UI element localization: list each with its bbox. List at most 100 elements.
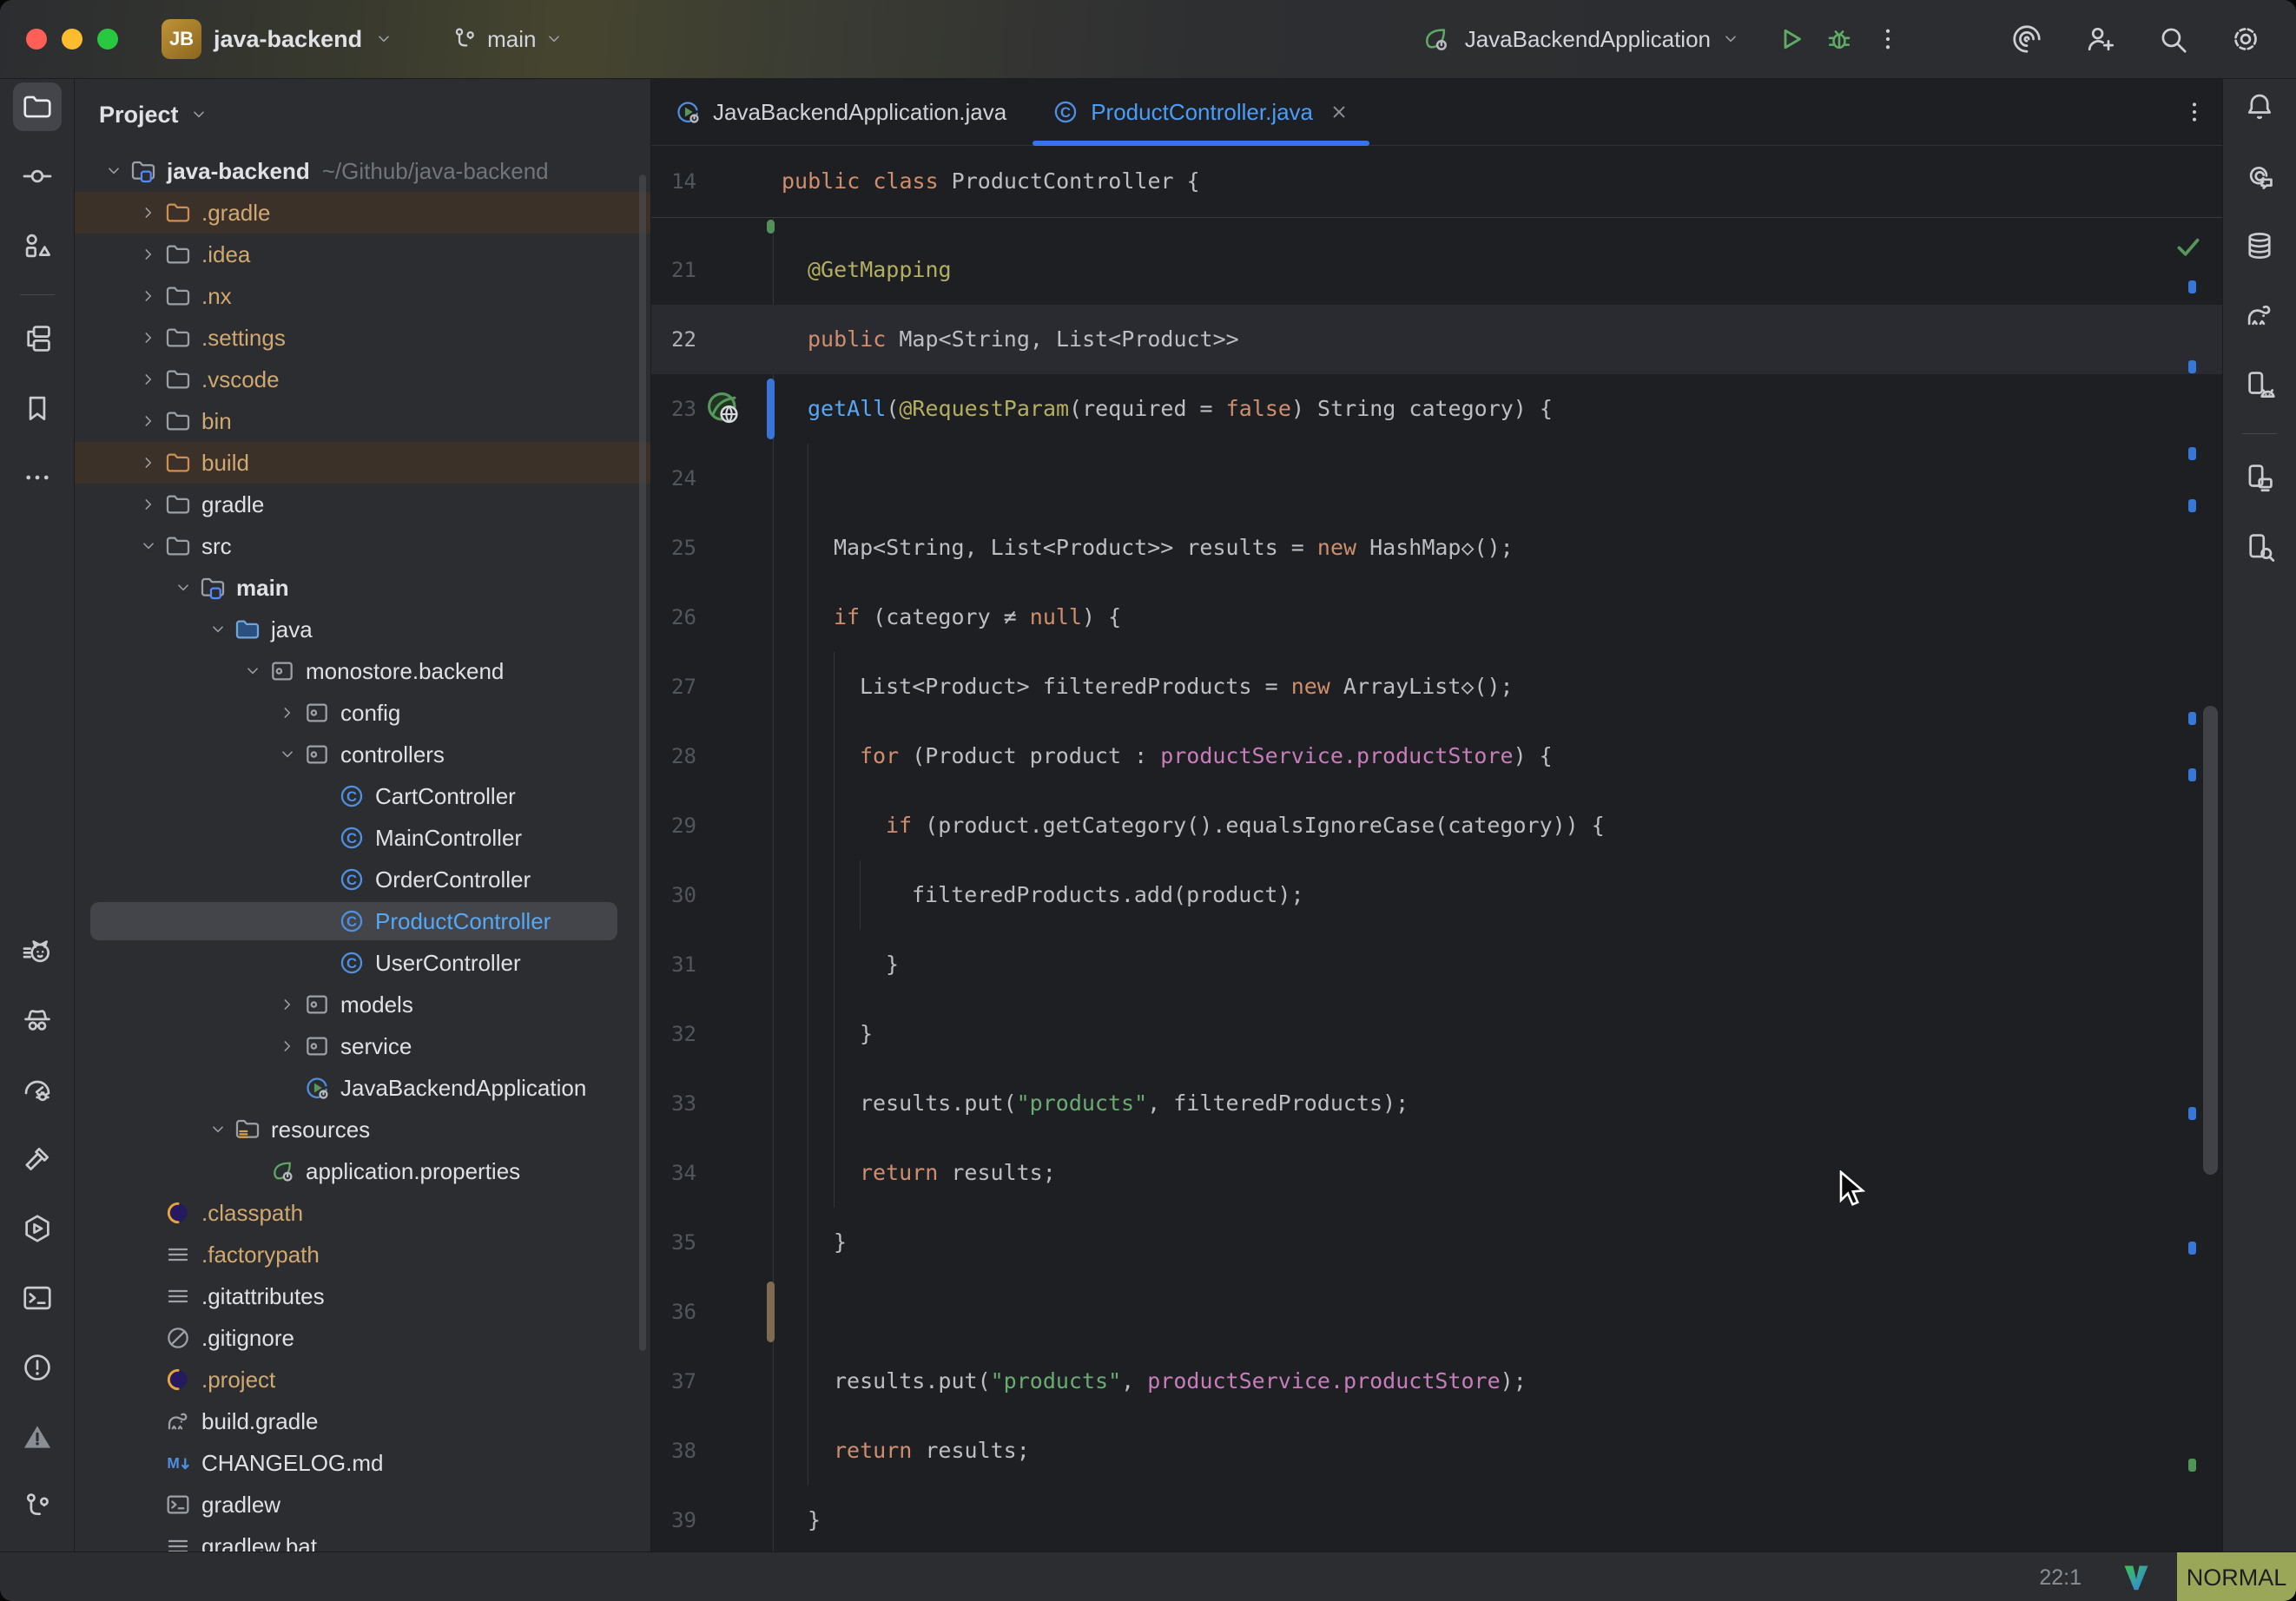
editor-tab-productcontroller-java[interactable]: CProductController.java	[1029, 79, 1373, 145]
tree-item-build-gradle[interactable]: build.gradle	[75, 1400, 650, 1442]
tree-item-monostore-backend[interactable]: monostore.backend	[75, 650, 650, 692]
code-line-26[interactable]: 26if (category ≠ null) {	[651, 583, 2222, 652]
maximize-window-button[interactable]	[97, 29, 118, 49]
vim-mode-badge[interactable]: NORMAL	[2177, 1552, 2296, 1601]
error-stripe-mark[interactable]	[2188, 1459, 2196, 1472]
tree-item--settings[interactable]: .settings	[75, 317, 650, 359]
toolwindow-structure-button[interactable]	[13, 314, 62, 363]
tree-item--gradle[interactable]: .gradle	[75, 192, 650, 234]
tree-item--nx[interactable]: .nx	[75, 275, 650, 317]
toolwindow-gradle-button[interactable]	[2235, 291, 2284, 339]
toolwindow-incognito-button[interactable]	[13, 996, 62, 1044]
ai-assistant-button[interactable]	[2008, 20, 2046, 58]
code-line-29[interactable]: 29if (product.getCategory().equalsIgnore…	[651, 791, 2222, 860]
more-run-options-button[interactable]	[1869, 20, 1907, 58]
tree-item-javabackendapplication[interactable]: JavaBackendApplication	[75, 1067, 650, 1109]
editor-scrollbar[interactable]	[2203, 706, 2218, 1175]
tree-item--idea[interactable]: .idea	[75, 234, 650, 275]
code-line-34[interactable]: 34return results;	[651, 1138, 2222, 1208]
tree-item--project[interactable]: .project	[75, 1359, 650, 1400]
code-line-32[interactable]: 32}	[651, 999, 2222, 1069]
toolwindow-device-manager-button[interactable]	[2235, 360, 2284, 409]
search-button[interactable]	[2154, 20, 2192, 58]
tree-item--factorypath[interactable]: .factorypath	[75, 1234, 650, 1275]
tab-options-button[interactable]	[2181, 98, 2208, 126]
tree-item-java[interactable]: java	[75, 609, 650, 650]
tree-item-maincontroller[interactable]: CMainController	[75, 817, 650, 859]
add-user-button[interactable]	[2081, 20, 2119, 58]
tree-item-gradlew[interactable]: gradlew	[75, 1484, 650, 1525]
code-line-24[interactable]: 24	[651, 444, 2222, 513]
error-stripe-mark[interactable]	[2188, 712, 2196, 725]
tree-item-application-properties[interactable]: application.properties	[75, 1150, 650, 1192]
toolwindow-git-branch-button[interactable]	[13, 1482, 62, 1531]
run-button[interactable]	[1771, 20, 1810, 58]
tree-item-controllers[interactable]: controllers	[75, 734, 650, 775]
tree-item-build[interactable]: build	[75, 442, 650, 484]
debug-button[interactable]	[1820, 20, 1858, 58]
error-stripe-mark[interactable]	[2188, 1107, 2196, 1120]
close-tab-icon[interactable]	[1328, 101, 1350, 123]
toolwindow-commit-button[interactable]	[13, 152, 62, 201]
inspections-ok-icon[interactable]	[2174, 232, 2203, 261]
toolwindow-ai-chat-button[interactable]	[2235, 152, 2284, 201]
code-line-28[interactable]: 28for (Product product : productService.…	[651, 721, 2222, 791]
code-line-27[interactable]: 27List<Product> filteredProducts = new A…	[651, 652, 2222, 721]
tree-item-src[interactable]: src	[75, 525, 650, 567]
code-line-31[interactable]: 31}	[651, 930, 2222, 999]
code-line-30[interactable]: 30filteredProducts.add(product);	[651, 860, 2222, 930]
code-line-33[interactable]: 33results.put("products", filteredProduc…	[651, 1069, 2222, 1138]
settings-button[interactable]	[2227, 20, 2265, 58]
tree-item-config[interactable]: config	[75, 692, 650, 734]
code-line-22[interactable]: 22public Map<String, List<Product>>	[651, 305, 2222, 374]
tree-item--gitignore[interactable]: .gitignore	[75, 1317, 650, 1359]
tree-item-main[interactable]: main	[75, 567, 650, 609]
tree-item-resources[interactable]: resources	[75, 1109, 650, 1150]
project-tree-scrollbar[interactable]	[639, 175, 646, 1351]
tree-item-cartcontroller[interactable]: CCartController	[75, 775, 650, 817]
tree-item--classpath[interactable]: .classpath	[75, 1192, 650, 1234]
toolwindow-warnings-button[interactable]	[13, 1413, 62, 1461]
toolwindow-profiler-button[interactable]	[13, 1065, 62, 1114]
toolwindow-terminal-button[interactable]	[13, 1274, 62, 1322]
minimize-window-button[interactable]	[62, 29, 82, 49]
toolwindow-services-button[interactable]	[13, 1204, 62, 1253]
editor-tab-javabackendapplication-java[interactable]: JavaBackendApplication.java	[651, 79, 1029, 145]
error-stripe-mark[interactable]	[2188, 360, 2196, 373]
code-line-37[interactable]: 37results.put("products", productService…	[651, 1347, 2222, 1416]
caret-position[interactable]: 22:1	[2039, 1565, 2082, 1591]
tree-item-gradle[interactable]: gradle	[75, 484, 650, 525]
code-line-35[interactable]: 35}	[651, 1208, 2222, 1277]
toolwindow-cat-button[interactable]	[13, 926, 62, 975]
tree-item--vscode[interactable]: .vscode	[75, 359, 650, 400]
code-line-25[interactable]: 25Map<String, List<Product>> results = n…	[651, 513, 2222, 583]
tree-item-usercontroller[interactable]: CUserController	[75, 942, 650, 984]
toolwindow-database-button[interactable]	[2235, 221, 2284, 270]
toolwindow-build-button[interactable]	[13, 1135, 62, 1183]
tree-item-ordercontroller[interactable]: COrderController	[75, 859, 650, 900]
close-window-button[interactable]	[26, 29, 47, 49]
toolwindow-notifications-button[interactable]	[2235, 82, 2284, 131]
tree-item-changelog-md[interactable]: MCHANGELOG.md	[75, 1442, 650, 1484]
code-line-21[interactable]: 21@GetMapping	[651, 235, 2222, 305]
toolwindow-device-mirror-button[interactable]	[2235, 453, 2284, 502]
error-stripe-mark[interactable]	[2188, 768, 2196, 781]
error-stripe-mark[interactable]	[2188, 1242, 2196, 1255]
tree-item-java-backend[interactable]: java-backend~/Github/java-backend	[75, 150, 650, 192]
error-stripe-mark[interactable]	[2188, 499, 2196, 512]
toolwindow-bookmarks-button[interactable]	[13, 384, 62, 432]
project-widget[interactable]: JB java-backend	[162, 19, 393, 59]
code-line-36[interactable]: 36	[651, 1277, 2222, 1347]
tree-item-models[interactable]: models	[75, 984, 650, 1025]
run-configuration-name[interactable]: JavaBackendApplication	[1465, 26, 1711, 53]
toolwindow-device-explorer-button[interactable]	[2235, 523, 2284, 571]
tree-item-service[interactable]: service	[75, 1025, 650, 1067]
toolwindow-problems-button[interactable]	[13, 1343, 62, 1392]
toolwindow-pull-requests-button[interactable]	[13, 221, 62, 270]
tree-item-bin[interactable]: bin	[75, 400, 650, 442]
code-line-38[interactable]: 38return results;	[651, 1416, 2222, 1486]
toolwindow-more-button[interactable]	[13, 453, 62, 502]
tree-item--gitattributes[interactable]: .gitattributes	[75, 1275, 650, 1317]
vcs-branch-widget[interactable]: main	[451, 25, 564, 53]
error-stripe-mark[interactable]	[2188, 280, 2196, 293]
